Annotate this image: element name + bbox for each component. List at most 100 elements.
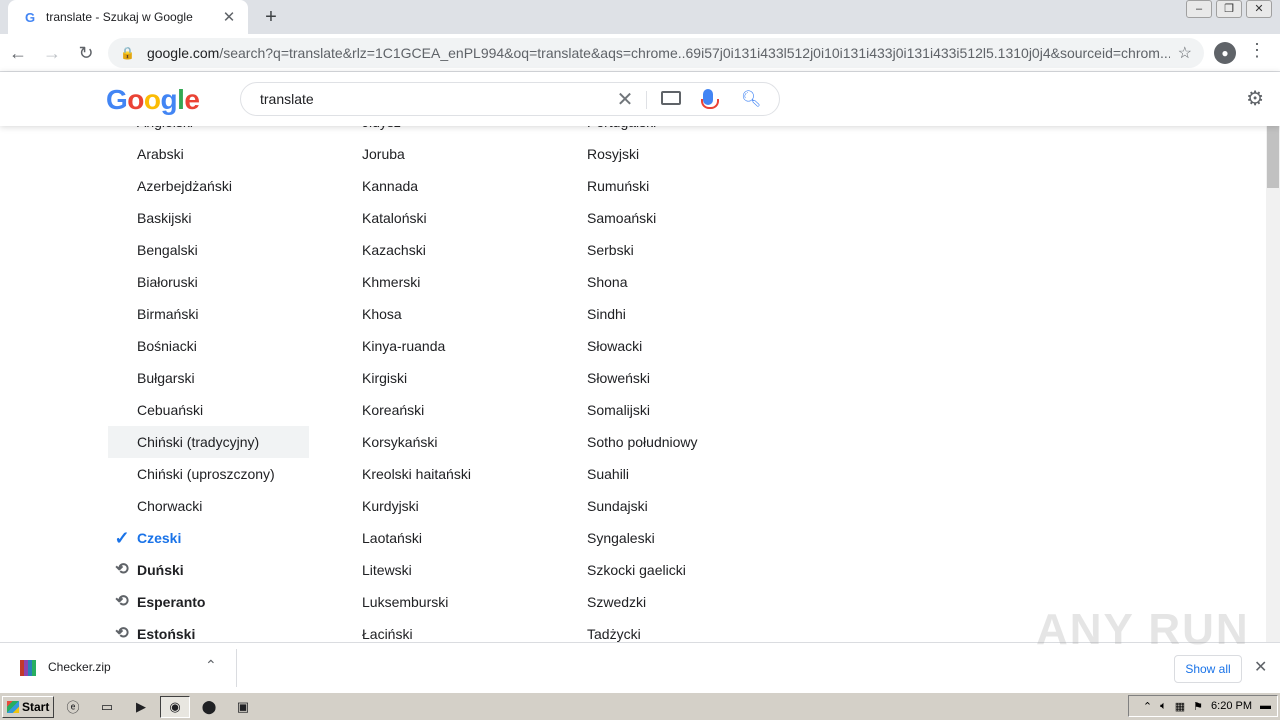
folder-icon[interactable]: ▭ — [92, 696, 122, 718]
language-option[interactable]: Laotański — [362, 522, 471, 554]
search-icon[interactable]: 🔍︎ — [741, 89, 761, 109]
language-option[interactable]: Korsykański — [362, 426, 471, 458]
language-option[interactable]: Sundajski — [587, 490, 698, 522]
show-all-button[interactable]: Show all — [1174, 655, 1242, 683]
language-option[interactable]: Rumuński — [587, 170, 698, 202]
internet-explorer-icon[interactable]: ⓔ — [58, 696, 88, 718]
scroll-thumb[interactable] — [1267, 126, 1279, 188]
language-option[interactable]: ✓ Czeski — [108, 522, 309, 554]
forward-button[interactable]: → — [36, 37, 68, 69]
browser-tab[interactable]: G translate - Szukaj w Google ✕ — [8, 0, 248, 34]
language-option[interactable]: Portugalski — [587, 126, 698, 138]
window-icon[interactable]: ▣ — [228, 696, 258, 718]
restore-icon[interactable]: ❐ — [1216, 0, 1242, 18]
language-option[interactable]: ⟲ Duński — [108, 554, 309, 586]
search-input[interactable] — [260, 91, 600, 107]
settings-gear-icon[interactable]: ⚙ — [1246, 86, 1264, 111]
language-option[interactable]: Baskijski — [108, 202, 309, 234]
microphone-icon[interactable] — [701, 89, 719, 109]
language-option[interactable]: Shona — [587, 266, 698, 298]
opera-icon[interactable]: ⬤ — [194, 696, 224, 718]
google-logo[interactable]: Google — [106, 84, 200, 116]
language-option[interactable]: Kataloński — [362, 202, 471, 234]
clear-icon[interactable]: ✕ — [613, 87, 637, 112]
history-icon: ⟲ — [115, 561, 129, 578]
language-option[interactable]: Kirgiski — [362, 362, 471, 394]
language-option[interactable]: Syngaleski — [587, 522, 698, 554]
language-option[interactable]: Angielski — [108, 126, 309, 138]
language-option[interactable]: Khmerski — [362, 266, 471, 298]
language-label: Łaciński — [362, 626, 413, 642]
language-option[interactable]: Chorwacki — [108, 490, 309, 522]
media-player-icon[interactable]: ▶ — [126, 696, 156, 718]
language-label: Chiński (tradycyjny) — [137, 434, 260, 450]
url-text[interactable]: google.com/search?q=translate&rlz=1C1GCE… — [147, 45, 1170, 61]
language-option[interactable]: Tadżycki — [587, 618, 698, 642]
back-button[interactable]: ← — [2, 37, 34, 69]
browser-menu-icon[interactable]: ⋮ — [1248, 40, 1266, 61]
language-option[interactable]: Kazachski — [362, 234, 471, 266]
language-option[interactable]: Szkocki gaelicki — [587, 554, 698, 586]
new-tab-button[interactable]: + — [258, 4, 284, 30]
language-option[interactable]: ⟲ Esperanto — [108, 586, 309, 618]
language-option[interactable]: Bengalski — [108, 234, 309, 266]
language-option[interactable]: Kannada — [362, 170, 471, 202]
language-option[interactable]: Bośniacki — [108, 330, 309, 362]
language-option[interactable]: Litewski — [362, 554, 471, 586]
reload-button[interactable]: ↻ — [70, 37, 102, 69]
language-option[interactable]: Luksemburski — [362, 586, 471, 618]
profile-avatar-icon[interactable]: ● — [1214, 42, 1236, 64]
language-option[interactable]: Koreański — [362, 394, 471, 426]
language-option[interactable]: Łaciński — [362, 618, 471, 642]
language-option[interactable]: Bułgarski — [108, 362, 309, 394]
language-option[interactable]: Chiński (uproszczony) — [108, 458, 309, 490]
clock[interactable]: 6:20 PM — [1211, 700, 1252, 712]
language-option[interactable]: Kinya-ruanda — [362, 330, 471, 362]
chrome-icon[interactable]: ◉ — [160, 695, 190, 718]
language-option[interactable]: Jidysz — [362, 126, 471, 138]
language-option[interactable]: Białoruski — [108, 266, 309, 298]
logo-letter: e — [184, 84, 200, 115]
language-option[interactable]: Kreolski haitański — [362, 458, 471, 490]
language-option[interactable]: Somalijski — [587, 394, 698, 426]
language-option[interactable]: Cebuański — [108, 394, 309, 426]
language-option[interactable]: Joruba — [362, 138, 471, 170]
bookmark-star-icon[interactable]: ☆ — [1178, 43, 1192, 63]
logo-letter: o — [143, 84, 161, 115]
flag-icon[interactable]: ⚑ — [1193, 700, 1203, 713]
language-option[interactable]: Chiński (tradycyjny) — [108, 426, 309, 458]
chevron-up-icon[interactable]: ⌃ — [205, 657, 217, 674]
language-option[interactable]: ⟲ Estoński — [108, 618, 309, 642]
download-file-name[interactable]: Checker.zip — [48, 660, 111, 674]
language-option[interactable]: Azerbejdżański — [108, 170, 309, 202]
page-scrollbar[interactable] — [1266, 72, 1280, 642]
tab-close-icon[interactable]: ✕ — [220, 8, 238, 26]
language-option[interactable]: Rosyjski — [587, 138, 698, 170]
tray-arrow-icon[interactable]: ⌃ — [1143, 700, 1152, 713]
lock-icon[interactable]: 🔒 — [120, 46, 135, 60]
language-option[interactable]: Sindhi — [587, 298, 698, 330]
language-option[interactable]: Arabski — [108, 138, 309, 170]
language-label: Rumuński — [587, 178, 650, 194]
language-option[interactable]: Samoański — [587, 202, 698, 234]
language-option[interactable]: Sotho południowy — [587, 426, 698, 458]
language-option[interactable]: Szwedzki — [587, 586, 698, 618]
language-label: Luksemburski — [362, 594, 449, 610]
start-button[interactable]: Start — [2, 695, 54, 718]
desktop-icon[interactable]: ▬ — [1260, 700, 1271, 712]
close-window-icon[interactable]: ✕ — [1246, 0, 1272, 18]
close-download-bar-icon[interactable]: ✕ — [1254, 657, 1267, 677]
keyboard-icon[interactable] — [661, 91, 681, 105]
language-label: Estoński — [137, 626, 196, 642]
language-option[interactable]: Słoweński — [587, 362, 698, 394]
minimize-icon[interactable]: – — [1186, 0, 1212, 18]
language-option[interactable]: Khosa — [362, 298, 471, 330]
address-bar[interactable]: 🔒 google.com/search?q=translate&rlz=1C1G… — [108, 38, 1204, 68]
language-option[interactable]: Słowacki — [587, 330, 698, 362]
language-option[interactable]: Birmański — [108, 298, 309, 330]
volume-icon[interactable]: 🔈︎ — [1160, 700, 1167, 713]
language-option[interactable]: Kurdyjski — [362, 490, 471, 522]
network-icon[interactable]: ▦ — [1175, 700, 1185, 713]
language-option[interactable]: Suahili — [587, 458, 698, 490]
language-option[interactable]: Serbski — [587, 234, 698, 266]
